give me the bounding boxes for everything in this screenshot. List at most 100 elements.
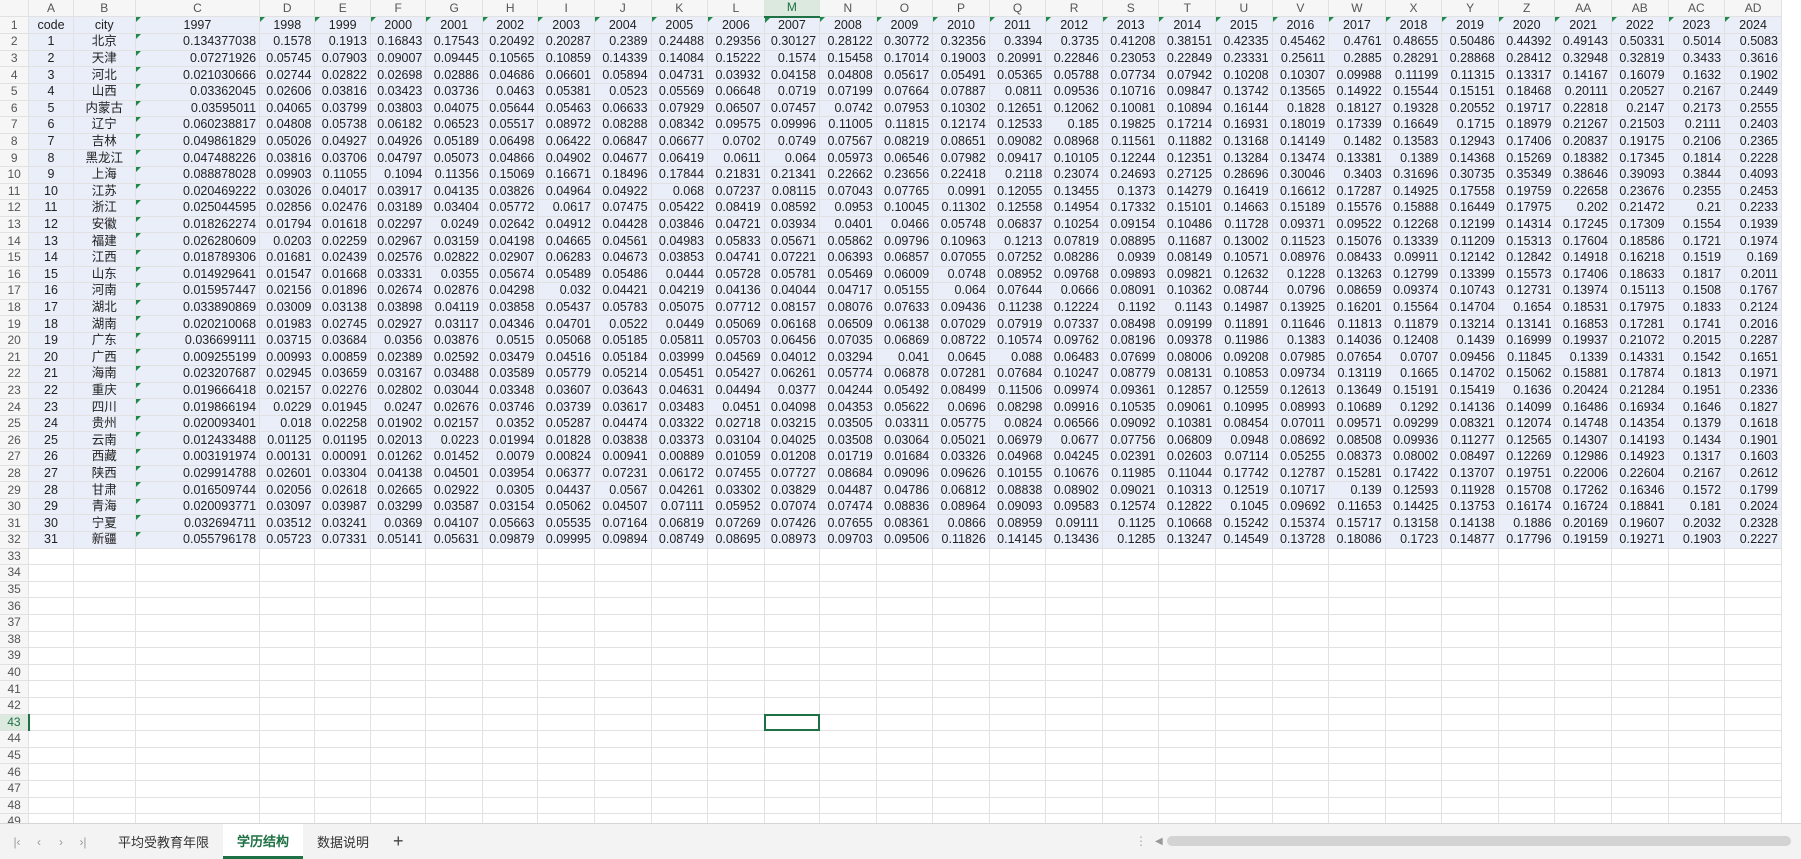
data-cell[interactable]: 0.10853 xyxy=(1215,365,1273,383)
empty-cell[interactable] xyxy=(314,647,371,665)
data-cell[interactable]: 0.13455 xyxy=(1045,183,1103,201)
empty-cell[interactable] xyxy=(1215,730,1273,748)
row-header[interactable]: 23 xyxy=(0,382,30,400)
empty-cell[interactable] xyxy=(1611,597,1669,615)
data-cell[interactable]: 0.13436 xyxy=(1045,531,1103,549)
empty-cell[interactable] xyxy=(28,747,74,765)
data-cell[interactable]: 0.2173 xyxy=(1668,100,1726,118)
data-cell[interactable]: 0.10254 xyxy=(1045,216,1103,234)
data-cell[interactable]: 0.05973 xyxy=(819,149,877,167)
empty-cell[interactable] xyxy=(876,664,934,682)
empty-cell[interactable] xyxy=(932,664,990,682)
empty-cell[interactable] xyxy=(1158,564,1217,582)
data-cell[interactable]: 0.08498 xyxy=(1102,315,1160,333)
scrollbar-thumb[interactable] xyxy=(1166,836,1791,846)
data-cell[interactable]: 0.02674 xyxy=(370,282,427,300)
column-header-X[interactable]: X xyxy=(1385,0,1443,18)
empty-cell[interactable] xyxy=(1724,763,1782,781)
data-cell[interactable]: 0.04926 xyxy=(370,133,427,151)
data-cell[interactable]: 0.03999 xyxy=(651,348,709,367)
empty-cell[interactable] xyxy=(651,564,709,582)
data-cell[interactable]: 18 xyxy=(28,315,74,333)
empty-cell[interactable] xyxy=(1611,581,1669,599)
data-cell[interactable]: 0.21 xyxy=(1668,199,1726,217)
data-cell[interactable]: 0.0305 xyxy=(482,481,539,499)
empty-cell[interactable] xyxy=(819,647,877,665)
data-cell[interactable]: 0.07654 xyxy=(1328,348,1386,367)
data-cell[interactable]: 0.05738 xyxy=(314,116,371,134)
empty-cell[interactable] xyxy=(1385,730,1443,748)
empty-cell[interactable] xyxy=(651,780,709,798)
empty-cell[interactable] xyxy=(537,813,595,823)
data-cell[interactable]: 23 xyxy=(28,398,74,416)
empty-cell[interactable] xyxy=(989,730,1047,748)
data-cell[interactable]: 0.05952 xyxy=(707,498,765,516)
empty-cell[interactable] xyxy=(135,581,261,599)
data-cell[interactable]: 0.03189 xyxy=(370,199,427,217)
data-cell[interactable]: 0.15191 xyxy=(1385,382,1443,400)
data-cell[interactable]: 0.02856 xyxy=(259,199,316,217)
data-cell[interactable]: 0.09893 xyxy=(1102,266,1160,284)
data-cell[interactable]: 28 xyxy=(28,481,74,499)
data-cell[interactable]: 0.3616 xyxy=(1724,50,1782,68)
row-header[interactable]: 8 xyxy=(0,133,30,151)
empty-cell[interactable] xyxy=(370,614,427,632)
data-cell[interactable]: 0.12943 xyxy=(1441,133,1499,151)
data-cell[interactable]: 0.07331 xyxy=(314,531,371,549)
empty-cell[interactable] xyxy=(764,581,821,599)
data-cell[interactable]: 0.17245 xyxy=(1554,216,1612,234)
empty-cell[interactable] xyxy=(1441,548,1499,566)
empty-cell[interactable] xyxy=(819,797,877,815)
data-cell[interactable]: 0.2228 xyxy=(1724,149,1782,167)
data-cell[interactable]: 0.06878 xyxy=(876,365,934,383)
data-cell[interactable]: 0.18841 xyxy=(1611,498,1669,516)
empty-cell[interactable] xyxy=(819,780,877,798)
row-header[interactable]: 31 xyxy=(0,514,30,532)
empty-cell[interactable] xyxy=(594,614,652,632)
data-cell[interactable]: 0.068 xyxy=(651,183,709,201)
data-cell[interactable]: 0.03044 xyxy=(425,382,483,400)
data-cell[interactable]: 0.17262 xyxy=(1554,481,1612,499)
column-header-T[interactable]: T xyxy=(1158,0,1217,18)
data-cell[interactable]: 0.07231 xyxy=(594,465,652,483)
empty-cell[interactable] xyxy=(651,631,709,649)
data-cell[interactable]: 0.03241 xyxy=(314,514,371,532)
empty-cell[interactable] xyxy=(1215,714,1273,732)
empty-cell[interactable] xyxy=(1102,680,1160,698)
data-cell[interactable]: 0.11523 xyxy=(1272,232,1330,250)
empty-cell[interactable] xyxy=(594,780,652,798)
data-cell[interactable]: 0.07164 xyxy=(594,514,652,532)
data-cell[interactable]: 0.08973 xyxy=(764,531,821,549)
empty-cell[interactable] xyxy=(1441,763,1499,781)
data-cell[interactable]: 0.09734 xyxy=(1272,365,1330,383)
data-cell[interactable]: 0.00824 xyxy=(537,448,595,466)
empty-cell[interactable] xyxy=(135,664,261,682)
data-cell[interactable]: 0.07734 xyxy=(1102,66,1160,84)
city-cell[interactable]: 吉林 xyxy=(73,133,136,151)
data-cell[interactable]: 0.03159 xyxy=(425,232,483,250)
empty-cell[interactable] xyxy=(876,548,934,566)
data-cell[interactable]: 0.04428 xyxy=(594,216,652,234)
empty-cell[interactable] xyxy=(537,548,595,566)
data-cell[interactable]: 0.0223 xyxy=(425,431,483,450)
data-cell[interactable]: 0.07426 xyxy=(764,514,821,532)
empty-cell[interactable] xyxy=(989,581,1047,599)
data-cell[interactable]: 0.48655 xyxy=(1385,33,1443,51)
data-cell[interactable]: 0.20492 xyxy=(482,33,539,51)
empty-cell[interactable] xyxy=(28,714,74,732)
row-header[interactable]: 39 xyxy=(0,647,30,665)
data-cell[interactable]: 0.032 xyxy=(537,282,595,300)
empty-cell[interactable] xyxy=(932,697,990,715)
data-cell[interactable]: 0.09996 xyxy=(764,116,821,134)
data-cell[interactable]: 0.0229 xyxy=(259,398,316,416)
header-cell[interactable]: 2012 xyxy=(1045,16,1103,35)
data-cell[interactable]: 0.06393 xyxy=(819,249,877,267)
data-cell[interactable]: 0.06847 xyxy=(594,133,652,151)
data-cell[interactable]: 0.10963 xyxy=(932,232,990,250)
empty-cell[interactable] xyxy=(1045,763,1103,781)
empty-cell[interactable] xyxy=(594,747,652,765)
empty-cell[interactable] xyxy=(259,564,316,582)
data-cell[interactable]: 0.04866 xyxy=(482,149,539,167)
empty-cell[interactable] xyxy=(1611,714,1669,732)
data-cell[interactable]: 0.13284 xyxy=(1215,149,1273,167)
